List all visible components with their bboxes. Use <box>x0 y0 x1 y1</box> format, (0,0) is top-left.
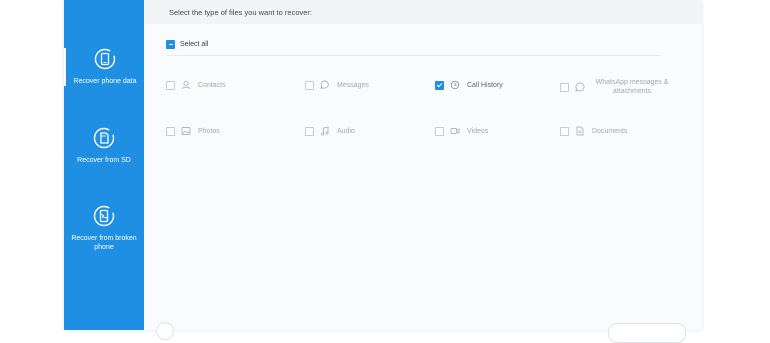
file-type-label: Photos <box>198 127 220 135</box>
select-all-label: Select all <box>180 41 209 48</box>
file-type-videos[interactable]: Videos <box>435 126 488 136</box>
sidebar-item-recover-phone-data[interactable]: Recover phone data <box>64 48 144 86</box>
contacts-checkbox[interactable] <box>166 80 175 90</box>
file-type-call-history[interactable]: Call History <box>435 80 503 90</box>
file-type-documents[interactable]: Documents <box>560 126 627 136</box>
select-all-check[interactable] <box>166 40 175 49</box>
file-type-label: Videos <box>467 127 489 135</box>
call-history-icon <box>450 80 460 90</box>
main-panel: Select the type of files you want to rec… <box>144 0 702 343</box>
document-icon <box>576 126 584 136</box>
photo-icon <box>181 127 191 135</box>
contact-icon <box>182 80 190 90</box>
sidebar: Recover phone data Recover from SD Recov… <box>64 0 144 330</box>
messages-checkbox[interactable] <box>305 80 314 90</box>
file-type-photos[interactable]: Photos <box>166 126 220 136</box>
audio-icon <box>321 126 329 136</box>
file-type-label: Contacts <box>198 81 226 89</box>
file-type-label: Messages <box>337 81 369 89</box>
file-type-label: WhatsApp messages & attachments <box>595 79 669 95</box>
sd-card-icon <box>93 127 115 149</box>
call-history-checkbox[interactable] <box>435 80 444 90</box>
video-icon <box>450 128 460 134</box>
file-type-whatsapp[interactable]: WhatsApp messages & attachments <box>560 78 672 96</box>
recover-button[interactable] <box>608 323 686 343</box>
header-strip: Select the type of files you want to rec… <box>144 0 702 24</box>
whatsapp-checkbox[interactable] <box>560 82 569 92</box>
file-type-contacts[interactable]: Contacts <box>166 80 226 90</box>
page-title: Select the type of files you want to rec… <box>169 8 312 17</box>
select-all-checkbox[interactable]: Select all <box>166 40 208 49</box>
sidebar-item-label: Recover from broken phone <box>71 235 137 251</box>
videos-checkbox[interactable] <box>435 126 444 136</box>
help-button[interactable] <box>156 322 174 340</box>
file-type-audio[interactable]: Audio <box>305 126 355 136</box>
broken-phone-icon <box>93 205 115 227</box>
whatsapp-icon <box>575 82 585 92</box>
file-type-label: Audio <box>337 127 355 135</box>
file-type-messages[interactable]: Messages <box>305 80 369 90</box>
audio-checkbox[interactable] <box>305 126 314 136</box>
sidebar-item-recover-from-broken-phone[interactable]: Recover from broken phone <box>64 205 144 252</box>
file-type-label: Documents <box>592 127 628 135</box>
file-type-label: Call History <box>467 81 503 89</box>
documents-checkbox[interactable] <box>560 126 569 136</box>
divider <box>166 55 660 56</box>
sidebar-item-label: Recover from SD <box>77 157 131 164</box>
message-icon <box>320 80 329 90</box>
sidebar-item-label: Recover phone data <box>73 78 137 85</box>
sidebar-item-recover-from-sd[interactable]: Recover from SD <box>64 127 144 165</box>
phone-recover-icon <box>94 48 116 70</box>
photos-checkbox[interactable] <box>166 126 175 136</box>
